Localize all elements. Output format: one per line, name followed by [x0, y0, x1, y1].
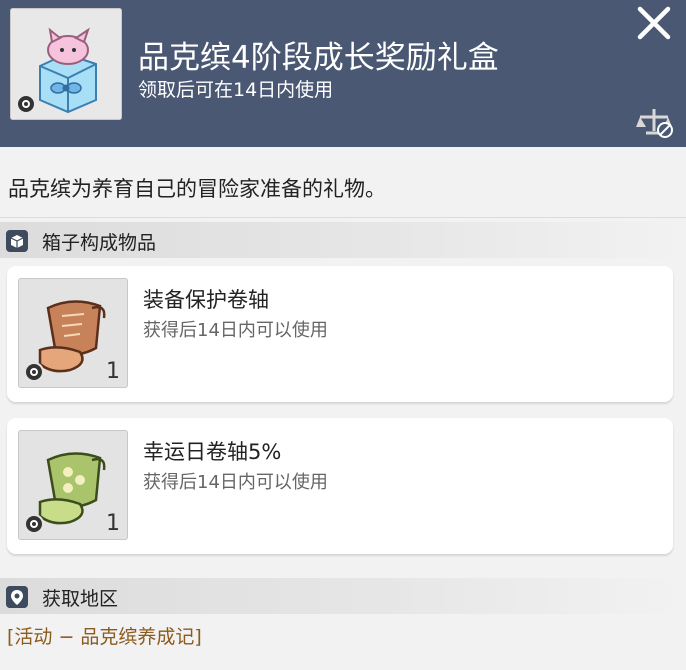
item-thumbnail: 1	[18, 278, 128, 388]
untradeable-icon	[636, 109, 673, 138]
item-description: 品克缤为养育自己的冒险家准备的礼物。	[8, 177, 386, 201]
item-duration: 获得后14日内可以使用	[143, 472, 328, 493]
item-quantity: 1	[106, 511, 120, 536]
content-item-card[interactable]: 1 装备保护卷轴 获得后14日内可以使用	[7, 266, 673, 402]
item-name: 装备保护卷轴	[143, 288, 269, 312]
box-icon	[6, 230, 28, 252]
item-duration: 获得后14日内可以使用	[143, 320, 328, 341]
item-subtitle: 领取后可在14日内使用	[138, 79, 334, 101]
content-item-card[interactable]: 1 幸运日卷轴5% 获得后14日内可以使用	[7, 418, 673, 554]
close-icon[interactable]	[634, 3, 674, 43]
contents-section-label: 箱子构成物品	[42, 232, 157, 254]
region-link[interactable]: [活动 − 品克缤养成记]	[7, 622, 202, 649]
item-quantity: 1	[106, 359, 120, 384]
item-header: 品克缤4阶段成长奖励礼盒 领取后可在14日内使用	[0, 0, 686, 147]
contents-section-header: 箱子构成物品	[0, 222, 686, 258]
region-section-header: 获取地区	[0, 578, 686, 614]
item-title: 品克缤4阶段成长奖励礼盒	[138, 40, 499, 76]
divider	[0, 217, 686, 218]
region-section-label: 获取地区	[42, 588, 119, 610]
location-pin-icon	[6, 586, 28, 608]
clock-icon	[24, 514, 44, 534]
clock-icon	[16, 94, 36, 114]
gift-box-thumbnail	[10, 8, 122, 120]
clock-icon	[24, 362, 44, 382]
item-name: 幸运日卷轴5%	[143, 440, 282, 464]
item-thumbnail: 1	[18, 430, 128, 540]
